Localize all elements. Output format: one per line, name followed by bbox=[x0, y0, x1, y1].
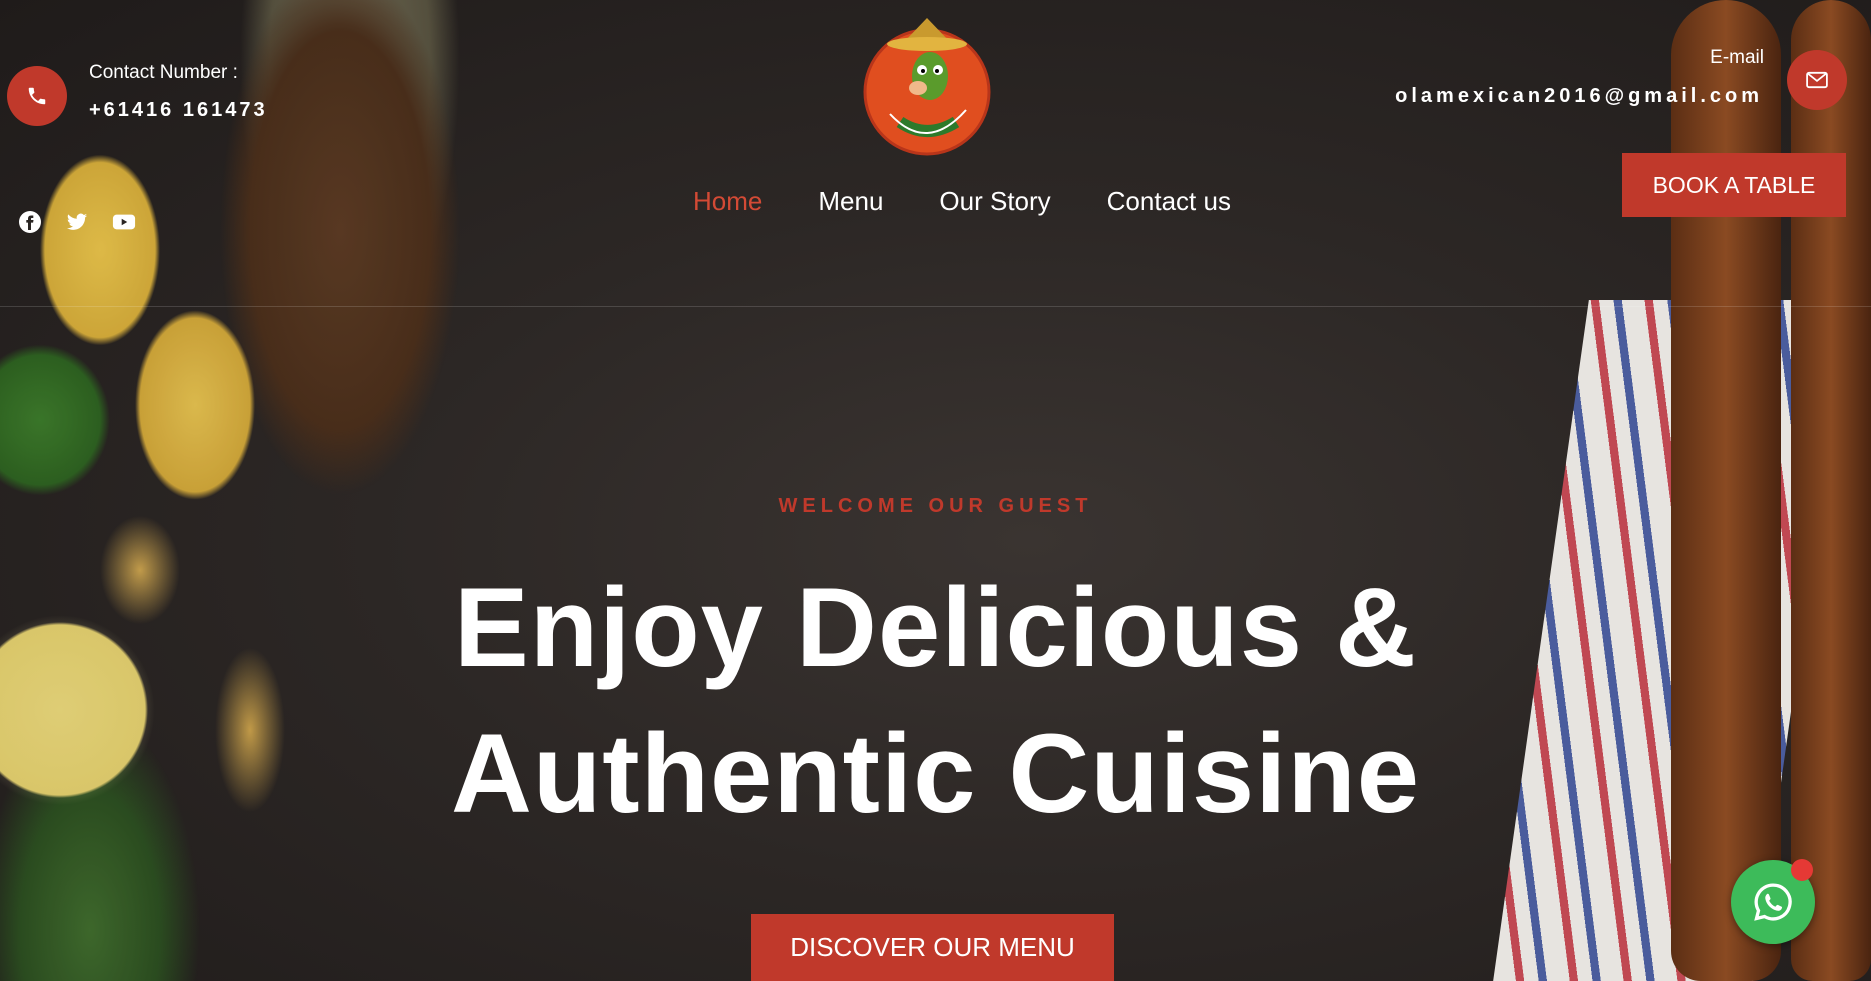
phone-icon bbox=[28, 87, 46, 105]
envelope-icon bbox=[1806, 71, 1828, 89]
contact-phone-value[interactable]: +61416 161473 bbox=[89, 99, 268, 122]
email-label: E-mail bbox=[1710, 47, 1764, 68]
twitter-icon[interactable] bbox=[65, 210, 89, 234]
ola-mexican-grill-logo[interactable] bbox=[860, 14, 994, 156]
main-navigation: Home Menu Our Story Contact us bbox=[693, 186, 1231, 217]
phone-icon-button[interactable] bbox=[7, 66, 67, 126]
youtube-icon[interactable] bbox=[112, 210, 136, 234]
email-icon-button[interactable] bbox=[1787, 50, 1847, 110]
hero-title-line-2: Authentic Cuisine bbox=[450, 711, 1421, 836]
email-value[interactable]: olamexican2016@gmail.com bbox=[1395, 85, 1763, 108]
notification-badge bbox=[1791, 859, 1813, 881]
nav-home[interactable]: Home bbox=[693, 186, 762, 217]
header-divider bbox=[0, 306, 1871, 307]
facebook-icon[interactable] bbox=[18, 210, 42, 234]
nav-our-story[interactable]: Our Story bbox=[939, 186, 1050, 217]
whatsapp-icon bbox=[1754, 883, 1792, 921]
contact-number-label: Contact Number : bbox=[89, 62, 238, 83]
nav-menu[interactable]: Menu bbox=[818, 186, 883, 217]
nav-contact-us[interactable]: Contact us bbox=[1107, 186, 1231, 217]
hero-title-line-1: Enjoy Delicious & bbox=[454, 565, 1417, 690]
social-links bbox=[18, 210, 136, 234]
hero-title: Enjoy Delicious & Authentic Cuisine bbox=[0, 555, 1871, 847]
discover-menu-button[interactable]: DISCOVER OUR MENU bbox=[751, 914, 1114, 981]
hero-kicker: WELCOME OUR GUEST bbox=[778, 495, 1093, 517]
book-table-button[interactable]: BOOK A TABLE bbox=[1622, 153, 1846, 217]
